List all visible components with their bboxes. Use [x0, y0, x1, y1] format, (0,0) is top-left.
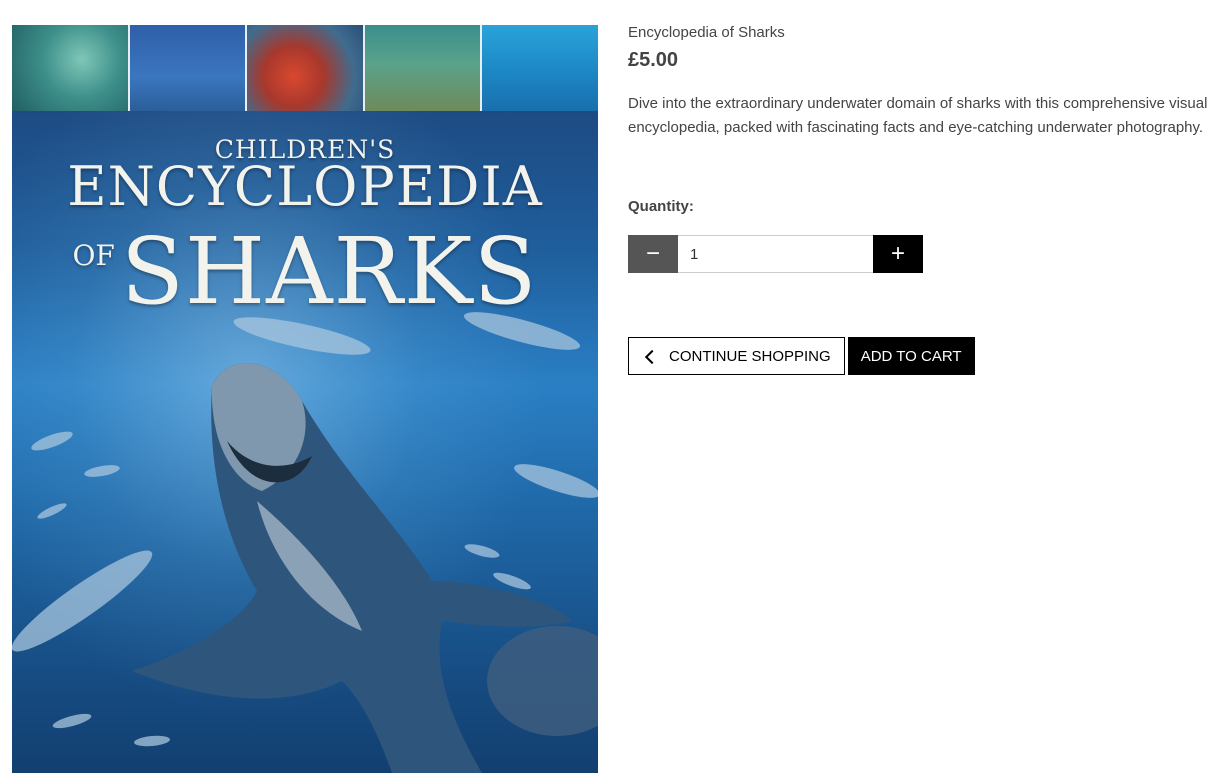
cover-photo-tile — [364, 25, 483, 111]
cover-photo-tile — [129, 25, 248, 111]
quantity-label: Quantity: — [628, 198, 694, 215]
add-to-cart-button[interactable]: ADD TO CART — [847, 337, 975, 375]
cover-photo-tile — [12, 25, 130, 111]
action-buttons: CONTINUE SHOPPING ADD TO CART — [628, 337, 975, 375]
product-page: CHILDREN'S ENCYCLOPEDIA OFSHARKS Encyclo… — [0, 0, 1219, 775]
quantity-input[interactable] — [678, 235, 873, 273]
cover-title-of: OF — [72, 239, 115, 272]
cover-photo-tile — [247, 25, 365, 111]
cover-photo-strip — [12, 25, 598, 111]
cover-title-sharks: SHARKS — [120, 218, 538, 325]
quantity-stepper: − + — [628, 235, 923, 273]
continue-shopping-label: CONTINUE SHOPPING — [669, 347, 831, 365]
cover-title-line3: OFSHARKS — [12, 211, 598, 343]
product-title: Encyclopedia of Sharks — [628, 24, 785, 41]
chevron-left-icon — [644, 349, 660, 364]
product-description: Dive into the extraordinary underwater d… — [628, 95, 1208, 136]
product-price: £5.00 — [628, 49, 679, 71]
decrease-quantity-button[interactable]: − — [628, 235, 678, 273]
cover-title-line2: ENCYCLOPEDIA — [67, 155, 543, 218]
cover-photo-tile — [482, 25, 598, 111]
increase-quantity-button[interactable]: + — [873, 235, 923, 273]
continue-shopping-button[interactable]: CONTINUE SHOPPING — [628, 337, 845, 375]
product-image: CHILDREN'S ENCYCLOPEDIA OFSHARKS — [12, 25, 598, 773]
